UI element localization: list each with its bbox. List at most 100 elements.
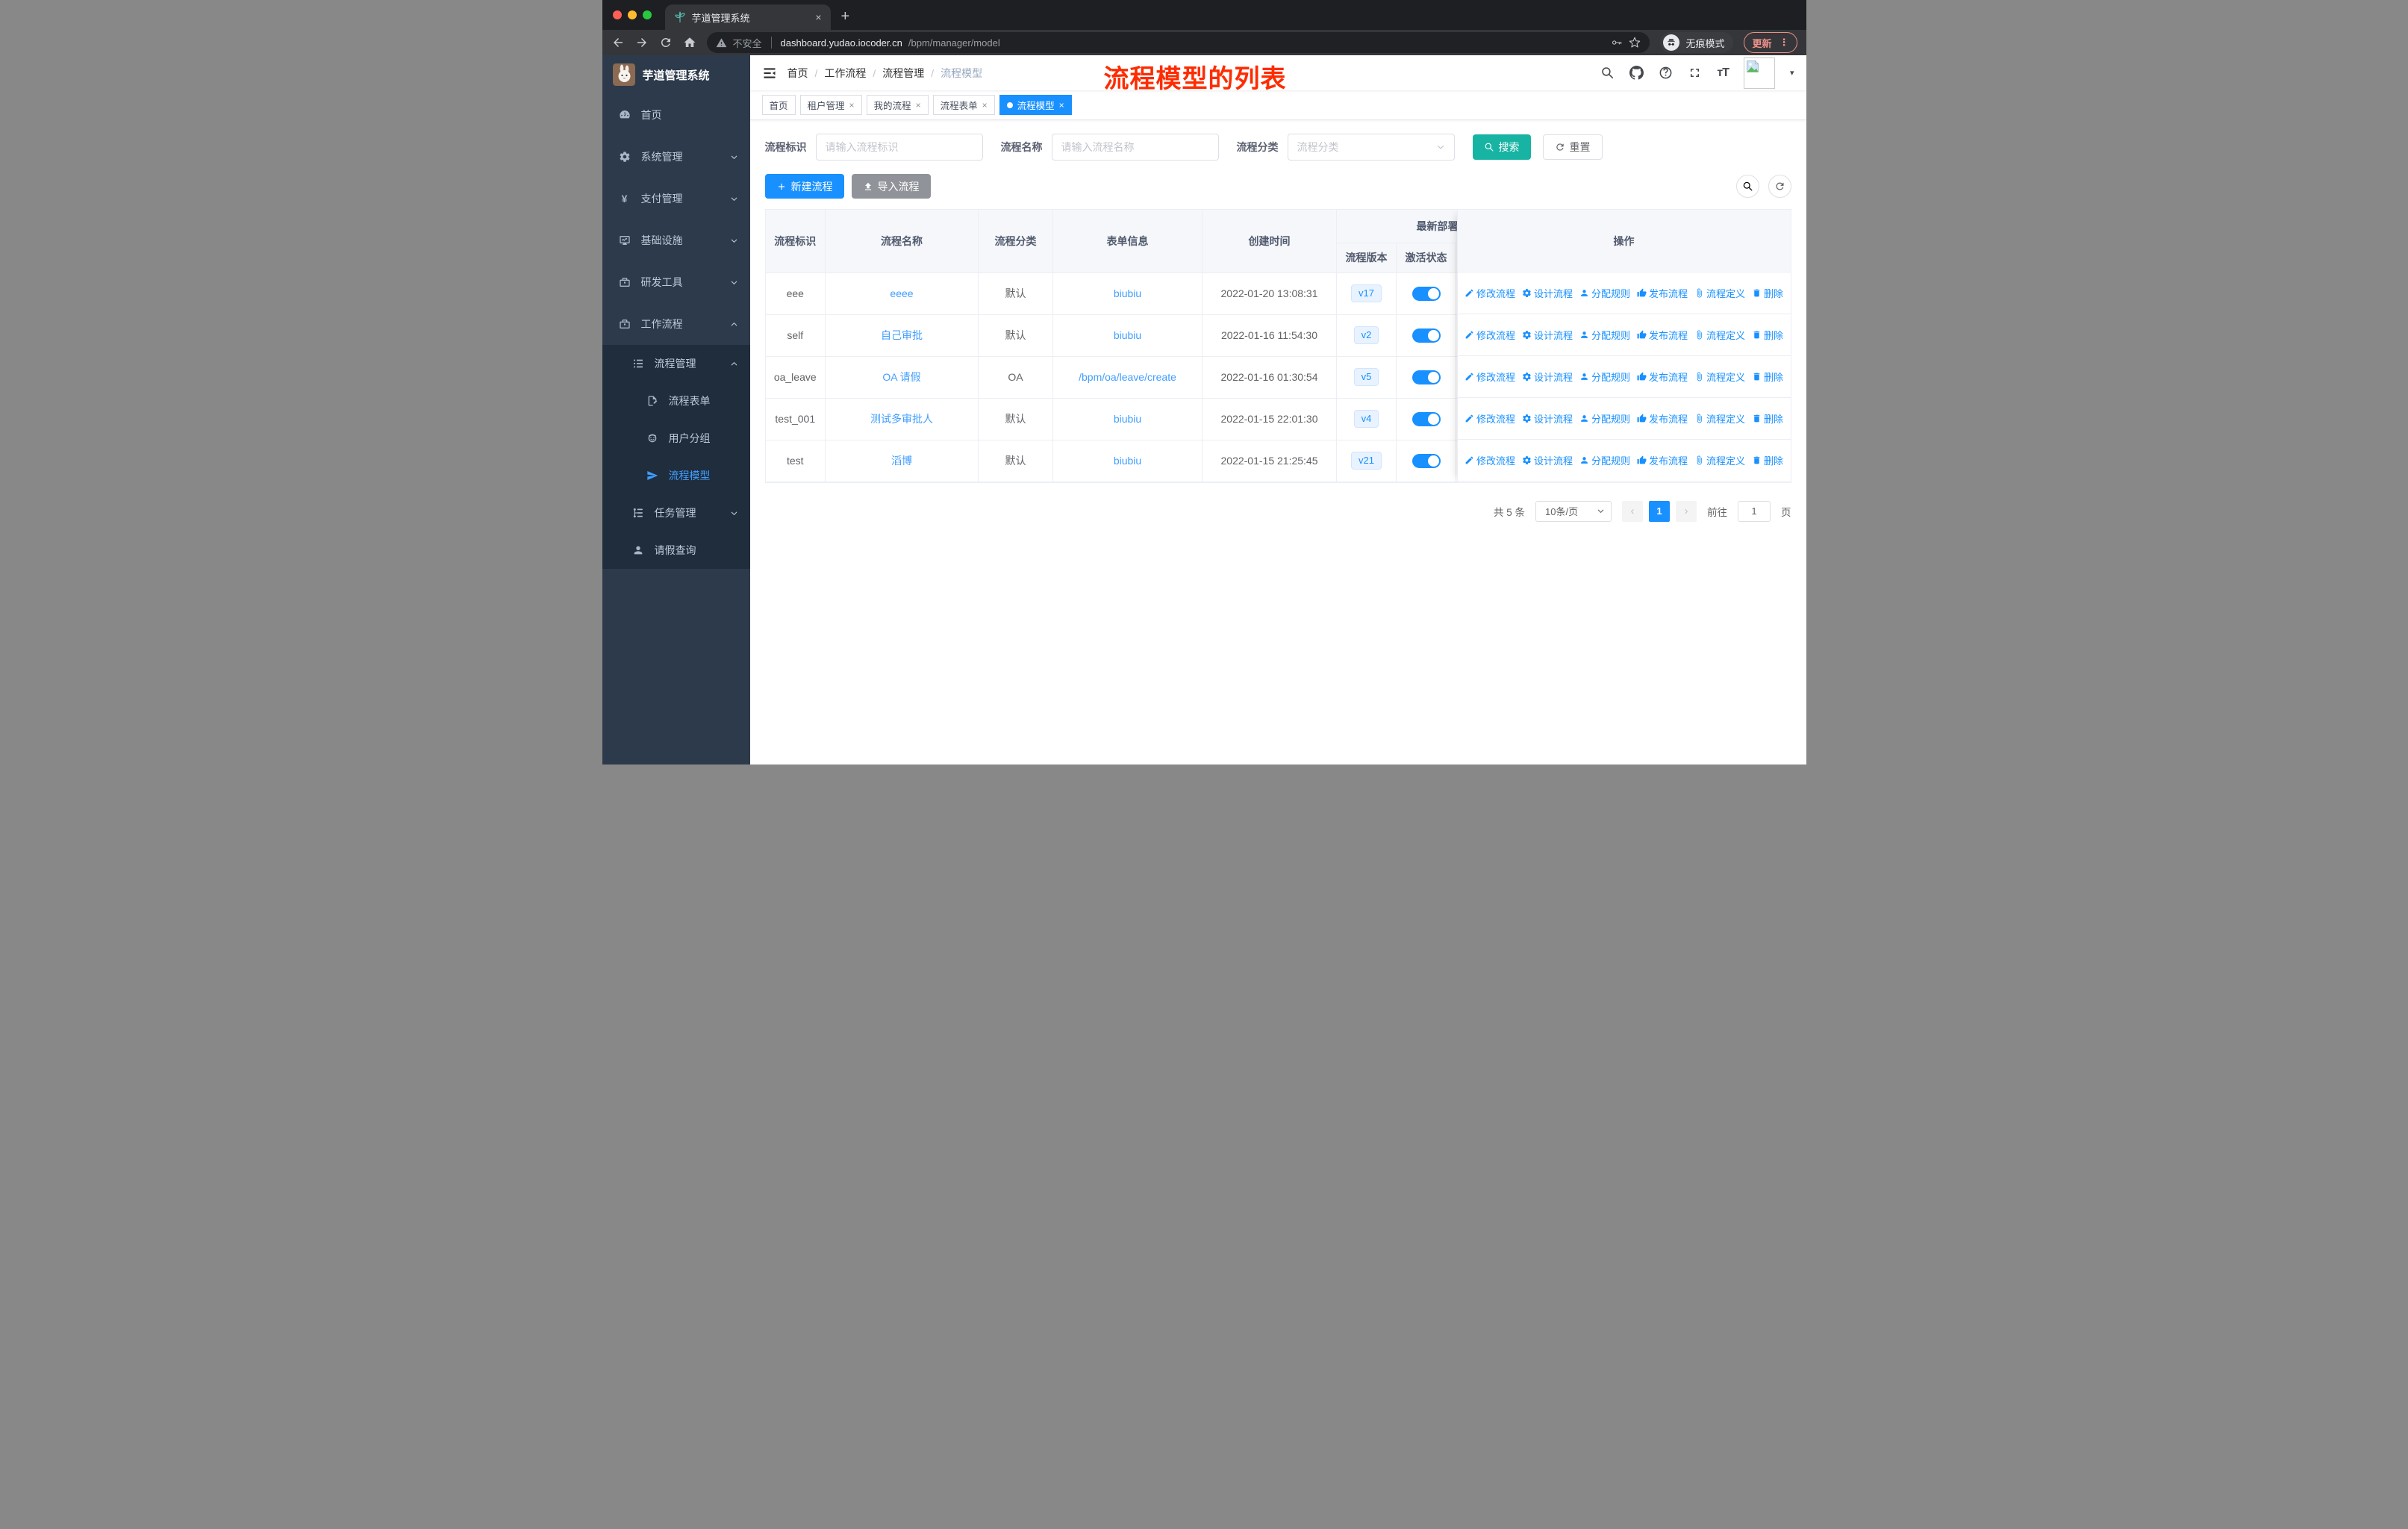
active-toggle[interactable] — [1412, 370, 1441, 384]
avatar[interactable] — [1743, 57, 1775, 89]
browser-menu-icon[interactable]: ⋮ — [1780, 37, 1789, 49]
tag-close-icon[interactable]: × — [982, 100, 988, 110]
browser-update-button[interactable]: 更新 ⋮ — [1744, 32, 1797, 53]
forward-icon[interactable] — [635, 36, 649, 49]
delete-link[interactable]: 删除 — [1752, 453, 1783, 467]
goto-page-input[interactable] — [1738, 500, 1771, 522]
not-secure-label[interactable]: 不安全 — [733, 36, 762, 50]
breadcrumb-process-mgmt[interactable]: 流程管理 — [882, 66, 924, 81]
import-process-button[interactable]: 导入流程 — [851, 174, 931, 199]
form-link[interactable]: biubiu — [1114, 455, 1141, 467]
process-id-input[interactable] — [815, 134, 983, 161]
assign-rule-link[interactable]: 分配规则 — [1579, 286, 1630, 300]
reload-icon[interactable] — [659, 36, 673, 49]
minimize-window-button[interactable] — [627, 10, 637, 19]
breadcrumb-workflow[interactable]: 工作流程 — [824, 66, 866, 81]
publish-process-link[interactable]: 发布流程 — [1637, 370, 1688, 384]
form-link[interactable]: biubiu — [1114, 413, 1141, 425]
version-badge[interactable]: v17 — [1351, 284, 1382, 302]
sidebar-item-devtools[interactable]: 研发工具 — [602, 261, 750, 303]
edit-process-link[interactable]: 修改流程 — [1465, 411, 1515, 426]
assign-rule-link[interactable]: 分配规则 — [1579, 453, 1630, 467]
sidebar-item-home[interactable]: 首页 — [602, 94, 750, 136]
publish-process-link[interactable]: 发布流程 — [1637, 411, 1688, 426]
publish-process-link[interactable]: 发布流程 — [1637, 286, 1688, 300]
tag-close-icon[interactable]: × — [849, 100, 855, 110]
edit-process-link[interactable]: 修改流程 — [1465, 328, 1515, 342]
process-definition-link[interactable]: 流程定义 — [1694, 370, 1745, 384]
font-size-icon[interactable]: тT — [1717, 66, 1729, 80]
design-process-link[interactable]: 设计流程 — [1522, 286, 1573, 300]
assign-rule-link[interactable]: 分配规则 — [1579, 411, 1630, 426]
sidebar-item-process-mgmt[interactable]: 流程管理 — [602, 345, 750, 382]
sidebar-item-process-form[interactable]: 流程表单 — [602, 382, 750, 420]
tag-my-process[interactable]: 我的流程 × — [866, 95, 929, 115]
active-toggle[interactable] — [1412, 453, 1441, 468]
browser-tab[interactable]: 芋道管理系统 × — [664, 4, 831, 30]
next-page-button[interactable]: › — [1676, 500, 1697, 522]
process-name-link[interactable]: eeee — [890, 287, 913, 299]
create-process-button[interactable]: 新建流程 — [764, 174, 844, 199]
delete-link[interactable]: 删除 — [1752, 328, 1783, 342]
close-window-button[interactable] — [612, 10, 622, 19]
page-size-select[interactable]: 10条/页 — [1535, 500, 1612, 522]
password-key-icon[interactable] — [1611, 37, 1623, 49]
delete-link[interactable]: 删除 — [1752, 286, 1783, 300]
publish-process-link[interactable]: 发布流程 — [1637, 453, 1688, 467]
address-bar[interactable]: 不安全 dashboard.yudao.iocoder.cn/bpm/manag… — [706, 32, 1650, 53]
search-button[interactable]: 搜索 — [1472, 134, 1531, 160]
back-icon[interactable] — [611, 36, 625, 49]
process-definition-link[interactable]: 流程定义 — [1694, 286, 1745, 300]
show-search-button[interactable] — [1735, 175, 1759, 198]
sidebar-item-workflow[interactable]: 工作流程 — [602, 303, 750, 345]
bookmark-star-icon[interactable] — [1629, 37, 1641, 49]
breadcrumb-home[interactable]: 首页 — [787, 66, 808, 81]
sidebar-item-user-group[interactable]: 用户分组 — [602, 420, 750, 457]
sidebar-item-task-mgmt[interactable]: 任务管理 — [602, 494, 750, 532]
process-name-link[interactable]: 滔博 — [891, 455, 912, 467]
form-link[interactable]: biubiu — [1114, 329, 1141, 341]
version-badge[interactable]: v21 — [1351, 452, 1382, 470]
process-definition-link[interactable]: 流程定义 — [1694, 411, 1745, 426]
publish-process-link[interactable]: 发布流程 — [1637, 328, 1688, 342]
version-badge[interactable]: v5 — [1353, 368, 1379, 386]
prev-page-button[interactable]: ‹ — [1622, 500, 1643, 522]
current-page-button[interactable]: 1 — [1649, 500, 1670, 522]
edit-process-link[interactable]: 修改流程 — [1465, 453, 1515, 467]
process-name-link[interactable]: 自己审批 — [881, 329, 923, 341]
active-toggle[interactable] — [1412, 411, 1441, 426]
tag-close-icon[interactable]: × — [1059, 100, 1064, 110]
refresh-table-button[interactable] — [1768, 175, 1791, 198]
design-process-link[interactable]: 设计流程 — [1522, 453, 1573, 467]
tag-process-model[interactable]: 流程模型 × — [999, 95, 1072, 115]
header-search-icon[interactable] — [1600, 66, 1615, 80]
tag-tenant[interactable]: 租户管理 × — [799, 95, 862, 115]
sidebar-item-infra[interactable]: 基础设施 — [602, 219, 750, 261]
assign-rule-link[interactable]: 分配规则 — [1579, 370, 1630, 384]
github-icon[interactable] — [1629, 66, 1644, 80]
sidebar-item-system[interactable]: 系统管理 — [602, 136, 750, 178]
home-icon[interactable] — [683, 36, 696, 49]
delete-link[interactable]: 删除 — [1752, 411, 1783, 426]
avatar-caret-icon[interactable]: ▾ — [1790, 68, 1794, 78]
active-toggle[interactable] — [1412, 328, 1441, 343]
fullscreen-icon[interactable] — [1688, 66, 1702, 80]
sidebar-item-pay[interactable]: ¥ 支付管理 — [602, 178, 750, 219]
tag-close-icon[interactable]: × — [916, 100, 921, 110]
tab-close-icon[interactable]: × — [815, 11, 821, 23]
process-name-link[interactable]: 测试多审批人 — [870, 413, 933, 425]
version-badge[interactable]: v4 — [1353, 410, 1379, 428]
new-tab-button[interactable]: + — [841, 8, 850, 25]
sidebar-item-leave-query[interactable]: 请假查询 — [602, 532, 750, 569]
active-toggle[interactable] — [1412, 286, 1441, 301]
form-link[interactable]: biubiu — [1114, 287, 1141, 299]
delete-link[interactable]: 删除 — [1752, 370, 1783, 384]
zoom-window-button[interactable] — [642, 10, 652, 19]
version-badge[interactable]: v2 — [1353, 326, 1379, 344]
form-link[interactable]: /bpm/oa/leave/create — [1079, 371, 1176, 383]
help-icon[interactable] — [1659, 66, 1673, 80]
process-definition-link[interactable]: 流程定义 — [1694, 453, 1745, 467]
sidebar-collapse-icon[interactable] — [762, 66, 777, 81]
assign-rule-link[interactable]: 分配规则 — [1579, 328, 1630, 342]
edit-process-link[interactable]: 修改流程 — [1465, 286, 1515, 300]
